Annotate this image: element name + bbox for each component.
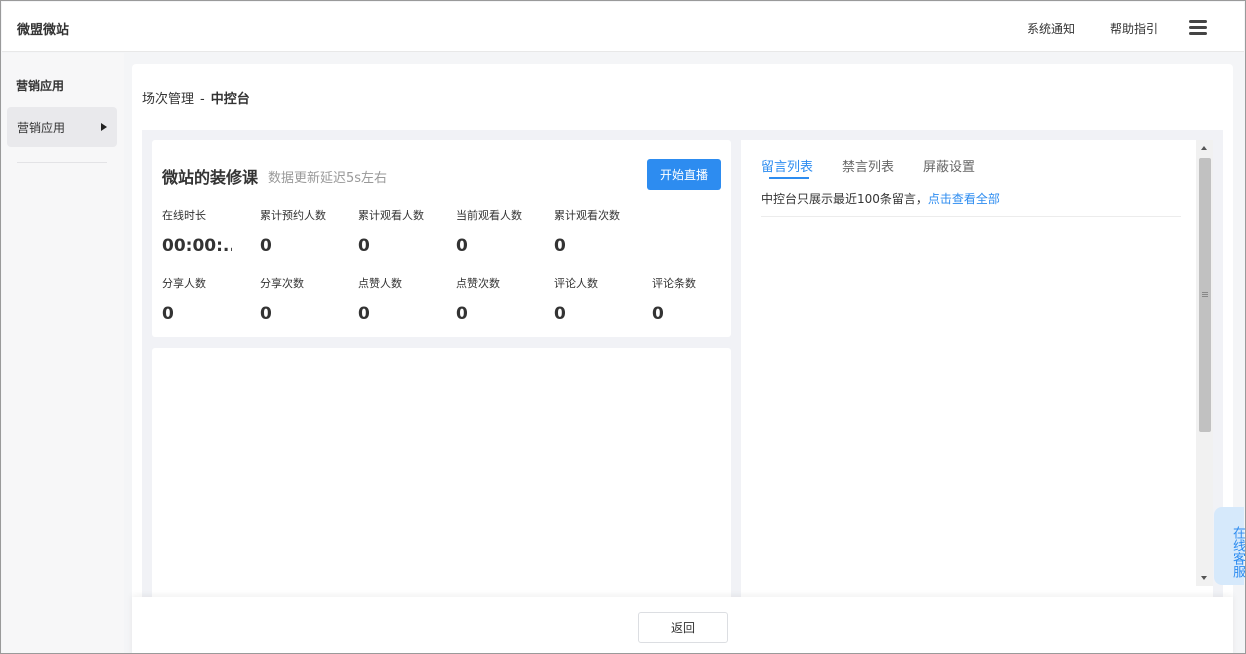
scroll-thumb[interactable] <box>1199 158 1211 432</box>
breadcrumb-current: 中控台 <box>210 92 250 107</box>
stat-value: 0 <box>162 304 174 324</box>
tab-comment-list[interactable]: 留言列表 <box>761 156 813 175</box>
active-tab-indicator <box>769 177 809 179</box>
sidebar: 营销应用 营销应用 <box>2 53 124 653</box>
stat-label: 点赞人数 <box>358 277 402 290</box>
stat-label: 分享人数 <box>162 277 206 290</box>
scroll-up-arrow-icon[interactable] <box>1201 146 1207 150</box>
stat-label: 累计预约人数 <box>260 209 326 222</box>
sidebar-divider <box>17 162 107 163</box>
stat-label: 点赞次数 <box>456 277 500 290</box>
stat-label: 累计观看次数 <box>554 209 620 222</box>
stat-value: 00:00:... <box>162 236 232 256</box>
stat-value: 0 <box>554 236 566 256</box>
breadcrumb: 场次管理 - 中控台 <box>142 88 250 107</box>
stat-like-count: 点赞次数 0 <box>456 275 554 324</box>
stats-card: 微站的装修课 数据更新延迟5s左右 开始直播 在线时长 00:00:... 累计… <box>152 140 731 337</box>
sidebar-title: 营销应用 <box>16 79 65 93</box>
live-player-area <box>152 348 731 604</box>
stat-label: 累计观看人数 <box>358 209 424 222</box>
breadcrumb-parent[interactable]: 场次管理 <box>142 92 194 107</box>
back-button[interactable]: 返回 <box>638 612 728 643</box>
stat-value: 0 <box>358 304 370 324</box>
stat-label: 当前观看人数 <box>456 209 522 222</box>
comments-scrollbar[interactable] <box>1196 140 1213 586</box>
scroll-down-arrow-icon[interactable] <box>1201 576 1207 580</box>
main-panel: 场次管理 - 中控台 微站的装修课 数据更新延迟5s左右 开始直播 在线时长 00:… <box>132 64 1233 604</box>
stat-label: 分享次数 <box>260 277 304 290</box>
comments-panel: 留言列表 禁言列表 屏蔽设置 中控台只展示最近100条留言，点击查看全部 <box>741 140 1213 604</box>
view-all-link[interactable]: 点击查看全部 <box>928 192 1000 206</box>
stat-value: 0 <box>652 304 664 324</box>
notice-text: 中控台只展示最近100条留言， <box>761 192 928 206</box>
online-service-button[interactable]: 在线客服 <box>1214 507 1245 585</box>
stat-value: 0 <box>456 236 468 256</box>
course-title: 微站的装修课 <box>162 168 259 187</box>
stat-like-users: 点赞人数 0 <box>358 275 456 324</box>
sidebar-item-label: 营销应用 <box>17 121 66 135</box>
breadcrumb-separator: - <box>200 92 205 107</box>
nav-help-guide[interactable]: 帮助指引 <box>1110 20 1158 37</box>
stat-label: 评论条数 <box>652 277 696 290</box>
footer-bar: 返回 <box>132 597 1233 653</box>
stat-share-count: 分享次数 0 <box>260 275 358 324</box>
top-bar: 微盟微站 系统通知 帮助指引 <box>2 2 1244 52</box>
caret-right-icon <box>101 123 107 131</box>
stat-current-viewers: 当前观看人数 0 <box>456 207 554 256</box>
stat-value: 0 <box>554 304 566 324</box>
menu-icon[interactable] <box>1189 20 1207 36</box>
stat-value: 0 <box>260 304 272 324</box>
console-area: 微站的装修课 数据更新延迟5s左右 开始直播 在线时长 00:00:... 累计… <box>142 130 1223 604</box>
stat-label: 在线时长 <box>162 209 206 222</box>
stat-total-views: 累计观看次数 0 <box>554 207 652 256</box>
stat-comment-users: 评论人数 0 <box>554 275 652 324</box>
stat-value: 0 <box>260 236 272 256</box>
stat-total-viewers: 累计观看人数 0 <box>358 207 456 256</box>
app-window: 微盟微站 系统通知 帮助指引 营销应用 营销应用 场次管理 - 中控台 微站的装修课… <box>0 0 1246 654</box>
stat-comment-count: 评论条数 0 <box>652 275 722 324</box>
tab-block-settings[interactable]: 屏蔽设置 <box>923 156 975 175</box>
stat-value: 0 <box>358 236 370 256</box>
grip-icon <box>1202 292 1208 297</box>
tab-muted-list[interactable]: 禁言列表 <box>842 156 894 175</box>
sidebar-item-marketing[interactable]: 营销应用 <box>7 107 117 147</box>
start-live-button[interactable]: 开始直播 <box>647 159 721 190</box>
stat-share-users: 分享人数 0 <box>162 275 260 324</box>
stat-value: 0 <box>456 304 468 324</box>
stat-label: 评论人数 <box>554 277 598 290</box>
data-delay-note: 数据更新延迟5s左右 <box>268 171 388 186</box>
comments-divider <box>761 216 1181 217</box>
brand-name: 微盟微站 <box>17 23 70 38</box>
stat-online-duration: 在线时长 00:00:... <box>162 207 260 256</box>
stat-total-reservations: 累计预约人数 0 <box>260 207 358 256</box>
comments-notice: 中控台只展示最近100条留言，点击查看全部 <box>761 190 1000 207</box>
nav-system-notice[interactable]: 系统通知 <box>1027 20 1075 37</box>
